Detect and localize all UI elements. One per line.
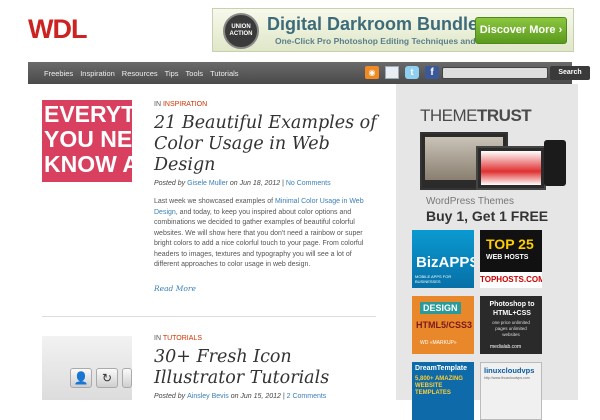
ad-main-text: DESIGN [420,302,461,314]
twitter-icon[interactable]: t [405,66,419,79]
excerpt-text: , and today, to keep you inspired about … [154,208,364,269]
read-more-link[interactable]: Read More [154,284,196,293]
meta-prefix: Posted by [154,180,186,187]
post-thumbnail-color-usage[interactable]: EVERYT YOU NE KNOW A [42,100,132,182]
ad-photoshop-to-html[interactable]: Photoshop to HTML+CSS one price unlimite… [480,296,542,354]
nav-item-freebies[interactable]: Freebies [44,69,73,78]
category-link-inspiration[interactable]: INSPIRATION [163,101,207,108]
phone-image [544,140,566,186]
ad-linuxcloudvps[interactable]: linuxcloudvps http://www.linuxcloudvps.c… [480,362,542,420]
ad-top25-hosts[interactable]: TOP 25 WEB HOSTS TOPHOSTS.COM [480,230,542,288]
nav-menu: Freebies Inspiration Resources Tips Tool… [44,62,246,84]
ad-main-text: Photoshop to HTML+CSS [489,301,535,317]
post-divider [42,316,376,317]
nav-item-inspiration[interactable]: Inspiration [80,69,115,78]
post-thumbnail-icon-tutorials[interactable]: 👤 ↻ [42,336,132,400]
post-category: IN INSPIRATION [154,101,207,108]
post-category: IN TUTORIALS [154,335,202,342]
themetrust-logo-a: THEME [420,106,478,125]
category-link-tutorials[interactable]: TUTORIALS [163,335,202,342]
thumb-text-line: EVERYT [44,101,132,127]
nav-item-tutorials[interactable]: Tutorials [210,69,238,78]
author-link[interactable]: Gisele Muller [187,180,228,187]
social-icons: ◉ t f [365,66,445,79]
ad-sub-text: WEB HOSTS [486,254,529,261]
meta-date: on Jun 15, 2012 | [230,393,285,400]
post-meta: Posted by Ainsley Bevis on Jun 15, 2012 … [154,393,326,400]
ad-main-text: linuxcloudvps [484,366,535,375]
refresh-icon: ↻ [96,368,118,388]
ad-foot-text: WD «MARKUP» [420,340,457,346]
ad-sub-text: MOBILE APPS FOR BUSINESSES [415,274,452,284]
themetrust-tagline: WordPress Themes [426,196,514,207]
nav-item-resources[interactable]: Resources [122,69,158,78]
category-prefix: IN [154,335,161,342]
post-meta: Posted by Gisele Muller on Jun 18, 2012 … [154,180,331,187]
nav-item-tips[interactable]: Tips [165,69,179,78]
rss-icon[interactable]: ◉ [365,66,379,79]
ad-sub-text: HTML5/CSS3 [416,320,473,330]
ad-bizapps[interactable]: BizAPPS MOBILE APPS FOR BUSINESSES [412,230,474,288]
thumb-text-line: KNOW A [44,151,132,177]
laptop-image [476,146,546,190]
themetrust-screens-image[interactable] [416,132,566,194]
author-link[interactable]: Ainsley Bevis [187,393,229,400]
ad-main-text: TOP 25 [486,236,534,252]
post-excerpt: Last week we showcased examples of Minim… [154,197,376,271]
main-navbar: Freebies Inspiration Resources Tips Tool… [28,62,590,90]
site-logo[interactable]: WDL [28,14,87,45]
comments-link[interactable]: 2 Comments [287,393,327,400]
ad-design-html5[interactable]: DESIGN HTML5/CSS3 WD «MARKUP» [412,296,474,354]
ad-sub-text: http://www.linuxcloudvps.com [484,376,530,380]
ad-sub-text: 5,800+ AMAZING WEBSITE TEMPLATES [415,376,463,396]
discover-more-button[interactable]: Discover More › [475,17,567,44]
excerpt-text: Last week we showcased examples of [154,198,276,205]
ad-main-text: DreamTemplate [415,365,468,372]
banner-ad-digital-darkroom[interactable]: UNION ACTION Digital Darkroom Bundle One… [212,8,574,52]
ad-foot-text: TOPHOSTS.COM [480,272,542,288]
themetrust-offer: Buy 1, Get 1 FREE [426,208,549,224]
search-button[interactable]: Search [550,66,590,80]
themetrust-logo-b: TRUST [477,106,532,125]
ad-main-text: BizAPPS [416,254,474,271]
nav-item-tools[interactable]: Tools [186,69,204,78]
ad-sub-text: one price unlimited pages unlimited webs… [492,320,530,337]
comments-link[interactable]: No Comments [286,180,331,187]
banner-ad-title: Digital Darkroom Bundle [267,14,479,34]
partial-icon [122,368,132,388]
themetrust-logo[interactable]: THEMETRUST [420,106,532,126]
ad-foot-text: medialab.com [490,344,522,350]
sidebar: THEMETRUST WordPress Themes Buy 1, Get 1… [396,84,578,420]
facebook-icon[interactable]: f [425,66,439,79]
meta-prefix: Posted by [154,393,186,400]
post-title-color-usage[interactable]: 21 Beautiful Examples of Color Usage in … [154,113,384,176]
ad-dreamtemplate[interactable]: DreamTemplate 5,800+ AMAZING WEBSITE TEM… [412,362,474,420]
thumb-text-line: YOU NE [44,126,132,152]
union-action-seal: UNION ACTION [223,13,259,49]
banner-ad-subtitle: One-Click Pro Photoshop Editing Techniqu… [275,36,507,46]
post-title-icon-tutorials[interactable]: 30+ Fresh Icon Illustrator Tutorials [154,347,384,389]
mail-icon[interactable] [385,66,399,79]
category-prefix: IN [154,101,161,108]
user-icon: 👤 [70,368,92,388]
search-input[interactable] [442,67,548,79]
meta-date: on Jun 18, 2012 | [229,180,284,187]
